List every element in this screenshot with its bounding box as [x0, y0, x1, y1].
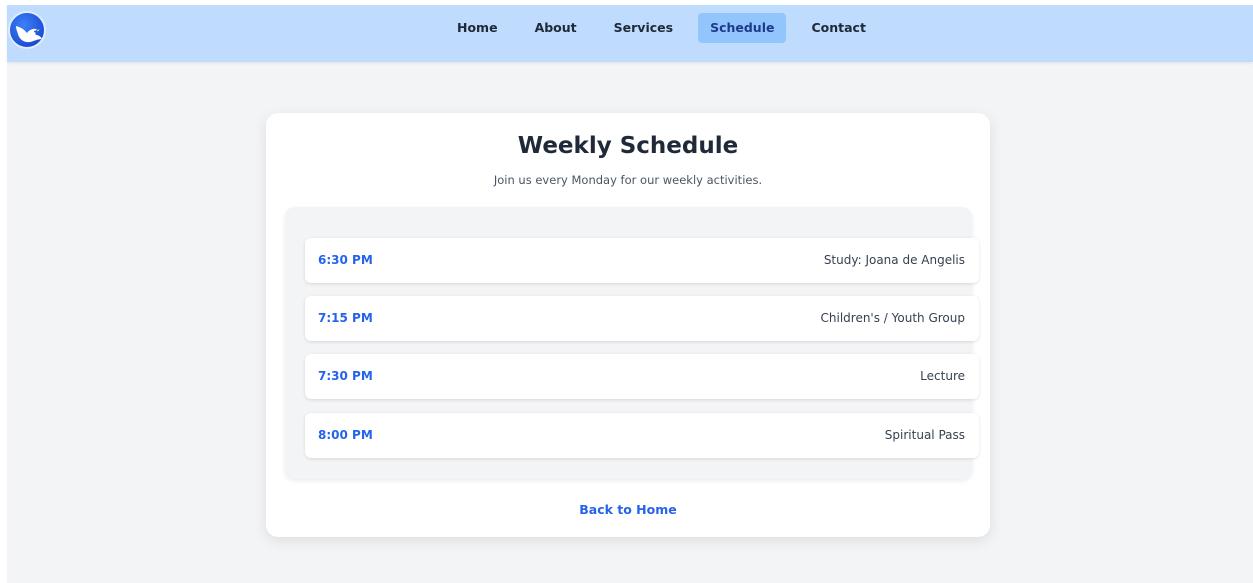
nav-contact[interactable]: Contact: [799, 13, 877, 43]
schedule-activity: Lecture: [920, 369, 965, 383]
schedule-time: 7:30 PM: [318, 369, 373, 383]
schedule-activity: Study: Joana de Angelis: [823, 253, 965, 267]
schedule-time: 8:00 PM: [318, 428, 373, 442]
dove-icon[interactable]: [8, 11, 46, 49]
schedule-activity: Spiritual Pass: [884, 428, 965, 442]
nav-links: Home About Services Schedule Contact: [445, 13, 887, 43]
schedule-time: 7:15 PM: [318, 311, 373, 325]
page-subtitle: Join us every Monday for our weekly acti…: [493, 173, 763, 187]
schedule-row: 7:30 PM Lecture: [305, 354, 979, 399]
schedule-row: 6:30 PM Study: Joana de Angelis: [305, 238, 979, 283]
nav-services[interactable]: Services: [602, 13, 685, 43]
schedule-activity: Children's / Youth Group: [820, 311, 966, 325]
nav-about[interactable]: About: [523, 13, 589, 43]
schedule-time: 6:30 PM: [318, 253, 373, 267]
navbar: Home About Services Schedule Contact: [7, 5, 1253, 62]
schedule-row: 8:00 PM Spiritual Pass: [305, 413, 979, 458]
back-to-home-link[interactable]: Back to Home: [266, 502, 990, 517]
page-frame: Home About Services Schedule Contact Wee…: [7, 5, 1253, 583]
nav-home[interactable]: Home: [445, 13, 510, 43]
schedule-list: 6:30 PM Study: Joana de Angelis 7:15 PM …: [285, 207, 979, 479]
schedule-card: Weekly Schedule Join us every Monday for…: [266, 113, 990, 537]
nav-schedule[interactable]: Schedule: [698, 13, 787, 43]
schedule-row: 7:15 PM Children's / Youth Group: [305, 296, 979, 341]
page-title: Weekly Schedule: [517, 133, 739, 159]
